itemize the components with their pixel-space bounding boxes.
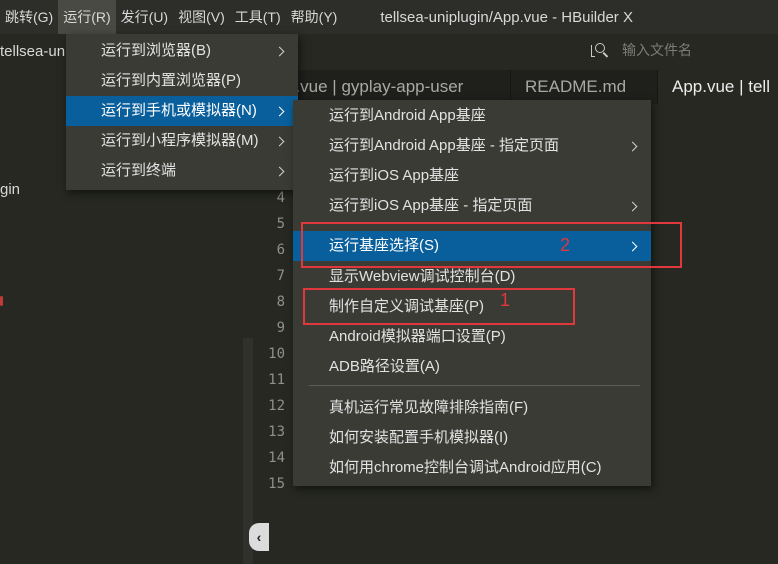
line-number: 7 — [276, 268, 285, 284]
menu-item-label: 运行到iOS App基座 — [329, 167, 460, 184]
search-file-icon — [591, 42, 610, 58]
menu-item-label: 运行到iOS App基座 - 指定页面 — [329, 197, 533, 214]
sidebar-collapse-button[interactable]: ‹ — [249, 523, 269, 551]
chevron-right-icon — [274, 136, 285, 147]
menu-jump[interactable]: 跳转(G) — [0, 0, 58, 34]
chevron-right-icon — [274, 166, 285, 177]
menu-item-label: 运行到Android App基座 - 指定页面 — [329, 137, 560, 154]
menu-item-label: 运行到终端 — [101, 162, 177, 179]
line-number: 8 — [276, 294, 285, 310]
run-ios-page-item[interactable]: 运行到iOS App基座 - 指定页面 — [293, 191, 651, 221]
menu-divider — [309, 385, 640, 386]
menu-help[interactable]: 帮助(Y) — [286, 0, 343, 34]
menu-bar: 跳转(G) 运行(R) 发行(U) 视图(V) 工具(T) 帮助(Y) tell… — [0, 0, 778, 34]
annotation-box-2 — [301, 222, 682, 268]
menu-item-label: Android模拟器端口设置(P) — [329, 328, 506, 345]
line-number: 4 — [276, 190, 285, 206]
menu-tools[interactable]: 工具(T) — [230, 0, 286, 34]
chevron-left-icon: ‹ — [256, 529, 262, 545]
emulator-setup-item[interactable]: 如何安装配置手机模拟器(I) — [293, 423, 651, 453]
chevron-right-icon — [274, 106, 285, 117]
project-label[interactable]: tellsea-uni — [0, 43, 68, 60]
run-to-device-item[interactable]: 运行到手机或模拟器(N) — [66, 96, 298, 126]
run-android-base-item[interactable]: 运行到Android App基座 — [293, 101, 651, 131]
line-number: 15 — [268, 476, 285, 492]
run-to-miniprogram-item[interactable]: 运行到小程序模拟器(M) — [66, 126, 298, 156]
line-number: 5 — [276, 216, 285, 232]
error-marker — [0, 296, 3, 306]
troubleshoot-guide-item[interactable]: 真机运行常见故障排除指南(F) — [293, 393, 651, 423]
menu-item-label: 运行到Android App基座 — [329, 107, 486, 124]
chevron-right-icon — [627, 201, 638, 212]
annotation-box-1 — [303, 288, 575, 325]
chevron-right-icon — [274, 46, 285, 57]
menu-publish[interactable]: 发行(U) — [116, 0, 173, 34]
menu-view[interactable]: 视图(V) — [173, 0, 230, 34]
menu-item-label: 运行到浏览器(B) — [101, 42, 211, 59]
line-number: 6 — [276, 242, 285, 258]
run-ios-base-item[interactable]: 运行到iOS App基座 — [293, 161, 651, 191]
menu-item-label: 运行到小程序模拟器(M) — [101, 132, 259, 149]
tab-readme[interactable]: README.md — [510, 70, 657, 104]
file-search — [591, 42, 772, 58]
line-number: 9 — [276, 320, 285, 336]
run-android-page-item[interactable]: 运行到Android App基座 - 指定页面 — [293, 131, 651, 161]
chevron-right-icon — [627, 141, 638, 152]
line-number: 10 — [268, 346, 285, 362]
menu-item-label: 运行到内置浏览器(P) — [101, 72, 241, 89]
line-number: 13 — [268, 424, 285, 440]
chrome-debug-item[interactable]: 如何用chrome控制台调试Android应用(C) — [293, 453, 651, 483]
run-menu-dropdown: 运行到浏览器(B) 运行到内置浏览器(P) 运行到手机或模拟器(N) 运行到小程… — [66, 34, 298, 190]
menu-item-label: 如何安装配置手机模拟器(I) — [329, 429, 509, 446]
menu-item-label: 运行到手机或模拟器(N) — [101, 102, 257, 119]
search-input[interactable] — [622, 42, 772, 58]
adb-path-item[interactable]: ADB路径设置(A) — [293, 352, 651, 382]
android-emulator-port-item[interactable]: Android模拟器端口设置(P) — [293, 322, 651, 352]
tab-app-vue[interactable]: App.vue | tell — [657, 70, 778, 104]
menu-item-label: 如何用chrome控制台调试Android应用(C) — [329, 459, 602, 476]
line-number: 14 — [268, 450, 285, 466]
editor-tabs: p.vue | gyplay-app-user README.md App.vu… — [253, 70, 778, 104]
menu-item-label: 真机运行常见故障排除指南(F) — [329, 399, 529, 416]
run-to-builtin-browser-item[interactable]: 运行到内置浏览器(P) — [66, 66, 298, 96]
menu-run[interactable]: 运行(R) — [58, 0, 116, 34]
annotation-number-1: 1 — [500, 290, 511, 310]
line-number: 11 — [268, 372, 285, 388]
run-to-terminal-item[interactable]: 运行到终端 — [66, 156, 298, 186]
menu-item-label: ADB路径设置(A) — [329, 358, 440, 375]
sidebar-item[interactable]: gin — [0, 181, 20, 198]
line-number: 12 — [268, 398, 285, 414]
window-title: tellsea-uniplugin/App.vue - HBuilder X — [380, 8, 633, 26]
menu-item-label: 显示Webview调试控制台(D) — [329, 268, 516, 285]
annotation-number-2: 2 — [560, 235, 571, 255]
run-to-browser-item[interactable]: 运行到浏览器(B) — [66, 36, 298, 66]
